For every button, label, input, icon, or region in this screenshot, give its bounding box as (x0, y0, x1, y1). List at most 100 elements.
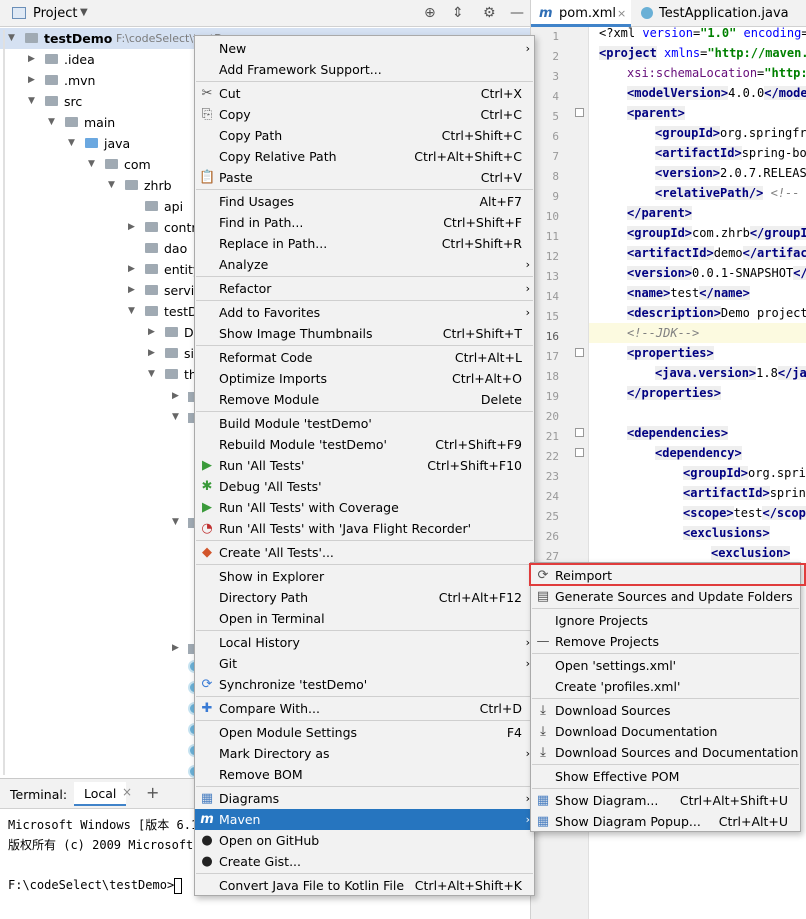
menu-item[interactable]: Show Effective POM (531, 766, 800, 787)
menu-item[interactable]: Add to Favorites › (195, 302, 534, 323)
menu-item[interactable]: ✱ Debug 'All Tests' (195, 476, 534, 497)
menu-item[interactable]: ⤓ Download Sources and Documentation (531, 742, 800, 763)
chevron-down-icon[interactable]: ▼ (148, 364, 155, 385)
menu-item[interactable]: ▤ Generate Sources and Update Folders (531, 586, 800, 607)
menu-item[interactable]: Find Usages Alt+F7 (195, 191, 534, 212)
menu-item[interactable]: — Remove Projects (531, 631, 800, 652)
chevron-down-icon[interactable]: ▼ (172, 412, 179, 422)
chevron-down-icon[interactable]: ▼ (172, 517, 179, 527)
menu-item[interactable]: Remove Module Delete (195, 389, 534, 410)
menu-item[interactable]: Git › (195, 653, 534, 674)
menu-item[interactable]: ◆ Create 'All Tests'... (195, 542, 534, 563)
menu-item[interactable]: Open in Terminal (195, 608, 534, 629)
tab-local[interactable]: Local (74, 782, 127, 806)
menu-item-shortcut: Ctrl+Alt+L (454, 350, 522, 365)
github-icon: ● (201, 833, 213, 848)
chevron-right-icon[interactable]: ▶ (148, 343, 155, 364)
menu-item[interactable]: Build Module 'testDemo' (195, 413, 534, 434)
collapse-all-icon[interactable]: ⇕ (452, 5, 464, 21)
menu-item[interactable]: ▦ Show Diagram Popup... Ctrl+Alt+U (531, 811, 800, 832)
chevron-right-icon[interactable]: ▶ (128, 259, 135, 280)
menu-item[interactable]: Replace in Path... Ctrl+Shift+R (195, 233, 534, 254)
menu-item[interactable]: Open Module Settings F4 (195, 722, 534, 743)
chevron-right-icon[interactable]: ▶ (172, 643, 179, 653)
folder-icon (165, 348, 178, 358)
menu-item-label: New (219, 41, 247, 56)
tree-item-label: java (104, 136, 131, 151)
menu-item-label: Show Diagram Popup... (555, 814, 701, 829)
menu-item[interactable]: 📋 Paste Ctrl+V (195, 167, 534, 188)
menu-item[interactable]: Optimize Imports Ctrl+Alt+O (195, 368, 534, 389)
menu-item[interactable]: ✂ Cut Ctrl+X (195, 83, 534, 104)
gear-icon[interactable]: ⚙ (483, 5, 496, 21)
menu-item[interactable]: ⟳ Synchronize 'testDemo' (195, 674, 534, 695)
menu-item[interactable]: Rebuild Module 'testDemo' Ctrl+Shift+F9 (195, 434, 534, 455)
menu-item-shortcut: Ctrl+Shift+F9 (435, 437, 522, 452)
menu-item[interactable]: ⤓ Download Documentation (531, 721, 800, 742)
chevron-down-icon[interactable]: ▼ (108, 175, 115, 196)
add-terminal-button[interactable]: + (146, 783, 159, 802)
menu-separator (196, 276, 533, 277)
menu-item[interactable]: Convert Java File to Kotlin File Ctrl+Alt… (195, 875, 534, 896)
menu-item[interactable]: ▦ Diagrams › (195, 788, 534, 809)
menu-item[interactable]: Add Framework Support... (195, 59, 534, 80)
menu-item[interactable]: ◔ Run 'All Tests' with 'Java Flight Recor… (195, 518, 534, 539)
menu-item[interactable]: Reformat Code Ctrl+Alt+L (195, 347, 534, 368)
tree-scrollbar[interactable] (3, 30, 5, 775)
menu-item[interactable]: Show in Explorer (195, 566, 534, 587)
fold-icon[interactable] (575, 448, 584, 457)
menu-item[interactable]: New › (195, 38, 534, 59)
fold-icon[interactable] (575, 428, 584, 437)
chevron-down-icon[interactable]: ▼ (80, 7, 88, 18)
chevron-right-icon[interactable]: ▶ (28, 49, 35, 70)
menu-item[interactable]: Open 'settings.xml' (531, 655, 800, 676)
chevron-right-icon[interactable]: ▶ (148, 322, 155, 343)
menu-item-label: Show in Explorer (219, 569, 325, 584)
chevron-right-icon[interactable]: ▶ (128, 217, 135, 238)
fold-icon[interactable] (575, 348, 584, 357)
menu-item[interactable]: ● Open on GitHub (195, 830, 534, 851)
menu-item[interactable]: Find in Path... Ctrl+Shift+F (195, 212, 534, 233)
menu-item[interactable]: Directory Path Ctrl+Alt+F12 (195, 587, 534, 608)
chevron-right-icon[interactable]: ▶ (28, 70, 35, 91)
menu-item[interactable]: m Maven › (195, 809, 534, 830)
menu-item-shortcut: Ctrl+Alt+O (452, 371, 522, 386)
menu-separator (196, 189, 533, 190)
terminal-output[interactable]: Microsoft Windows [版本 6.1 版权所有 (c) 2009 M… (8, 815, 198, 895)
menu-item[interactable]: Show Image Thumbnails Ctrl+Shift+T (195, 323, 534, 344)
menu-item[interactable]: ⤓ Download Sources (531, 700, 800, 721)
menu-item-shortcut: Ctrl+Shift+F (443, 215, 522, 230)
menu-item[interactable]: Copy Relative Path Ctrl+Alt+Shift+C (195, 146, 534, 167)
chevron-down-icon[interactable]: ▼ (48, 112, 55, 133)
menu-item[interactable]: Create 'profiles.xml' (531, 676, 800, 697)
menu-item[interactable]: Analyze › (195, 254, 534, 275)
menu-item-shortcut: Ctrl+Alt+Shift+U (679, 793, 788, 808)
locate-icon[interactable]: ⊕ (424, 5, 436, 21)
terminal-line: 版权所有 (c) 2009 Microsoft (8, 838, 194, 852)
menu-item[interactable]: ● Create Gist... (195, 851, 534, 872)
chevron-down-icon[interactable]: ▼ (28, 91, 35, 112)
chevron-right-icon[interactable]: ▶ (172, 391, 179, 401)
menu-item[interactable]: ▦ Show Diagram... Ctrl+Alt+Shift+U (531, 790, 800, 811)
chevron-down-icon[interactable]: ▼ (8, 28, 15, 49)
menu-item-label: Run 'All Tests' (219, 458, 305, 473)
close-icon[interactable]: × (122, 785, 132, 799)
menu-item[interactable]: Remove BOM (195, 764, 534, 785)
menu-item[interactable]: Copy Path Ctrl+Shift+C (195, 125, 534, 146)
menu-item[interactable]: Mark Directory as › (195, 743, 534, 764)
menu-item[interactable]: ▶ Run 'All Tests' with Coverage (195, 497, 534, 518)
menu-item-label: Optimize Imports (219, 371, 328, 386)
menu-item[interactable]: ✚ Compare With... Ctrl+D (195, 698, 534, 719)
chevron-down-icon[interactable]: ▼ (68, 133, 75, 154)
menu-item[interactable]: ▶ Run 'All Tests' Ctrl+Shift+F10 (195, 455, 534, 476)
project-pane-title[interactable]: Project (33, 6, 77, 21)
menu-item[interactable]: Refactor › (195, 278, 534, 299)
chevron-right-icon[interactable]: ▶ (128, 280, 135, 301)
fold-icon[interactable] (575, 108, 584, 117)
chevron-down-icon[interactable]: ▼ (128, 301, 135, 322)
menu-item[interactable]: Local History › (195, 632, 534, 653)
menu-item[interactable]: ⎘ Copy Ctrl+C (195, 104, 534, 125)
hide-icon[interactable]: — (510, 5, 524, 21)
menu-item[interactable]: Ignore Projects (531, 610, 800, 631)
chevron-down-icon[interactable]: ▼ (88, 154, 95, 175)
